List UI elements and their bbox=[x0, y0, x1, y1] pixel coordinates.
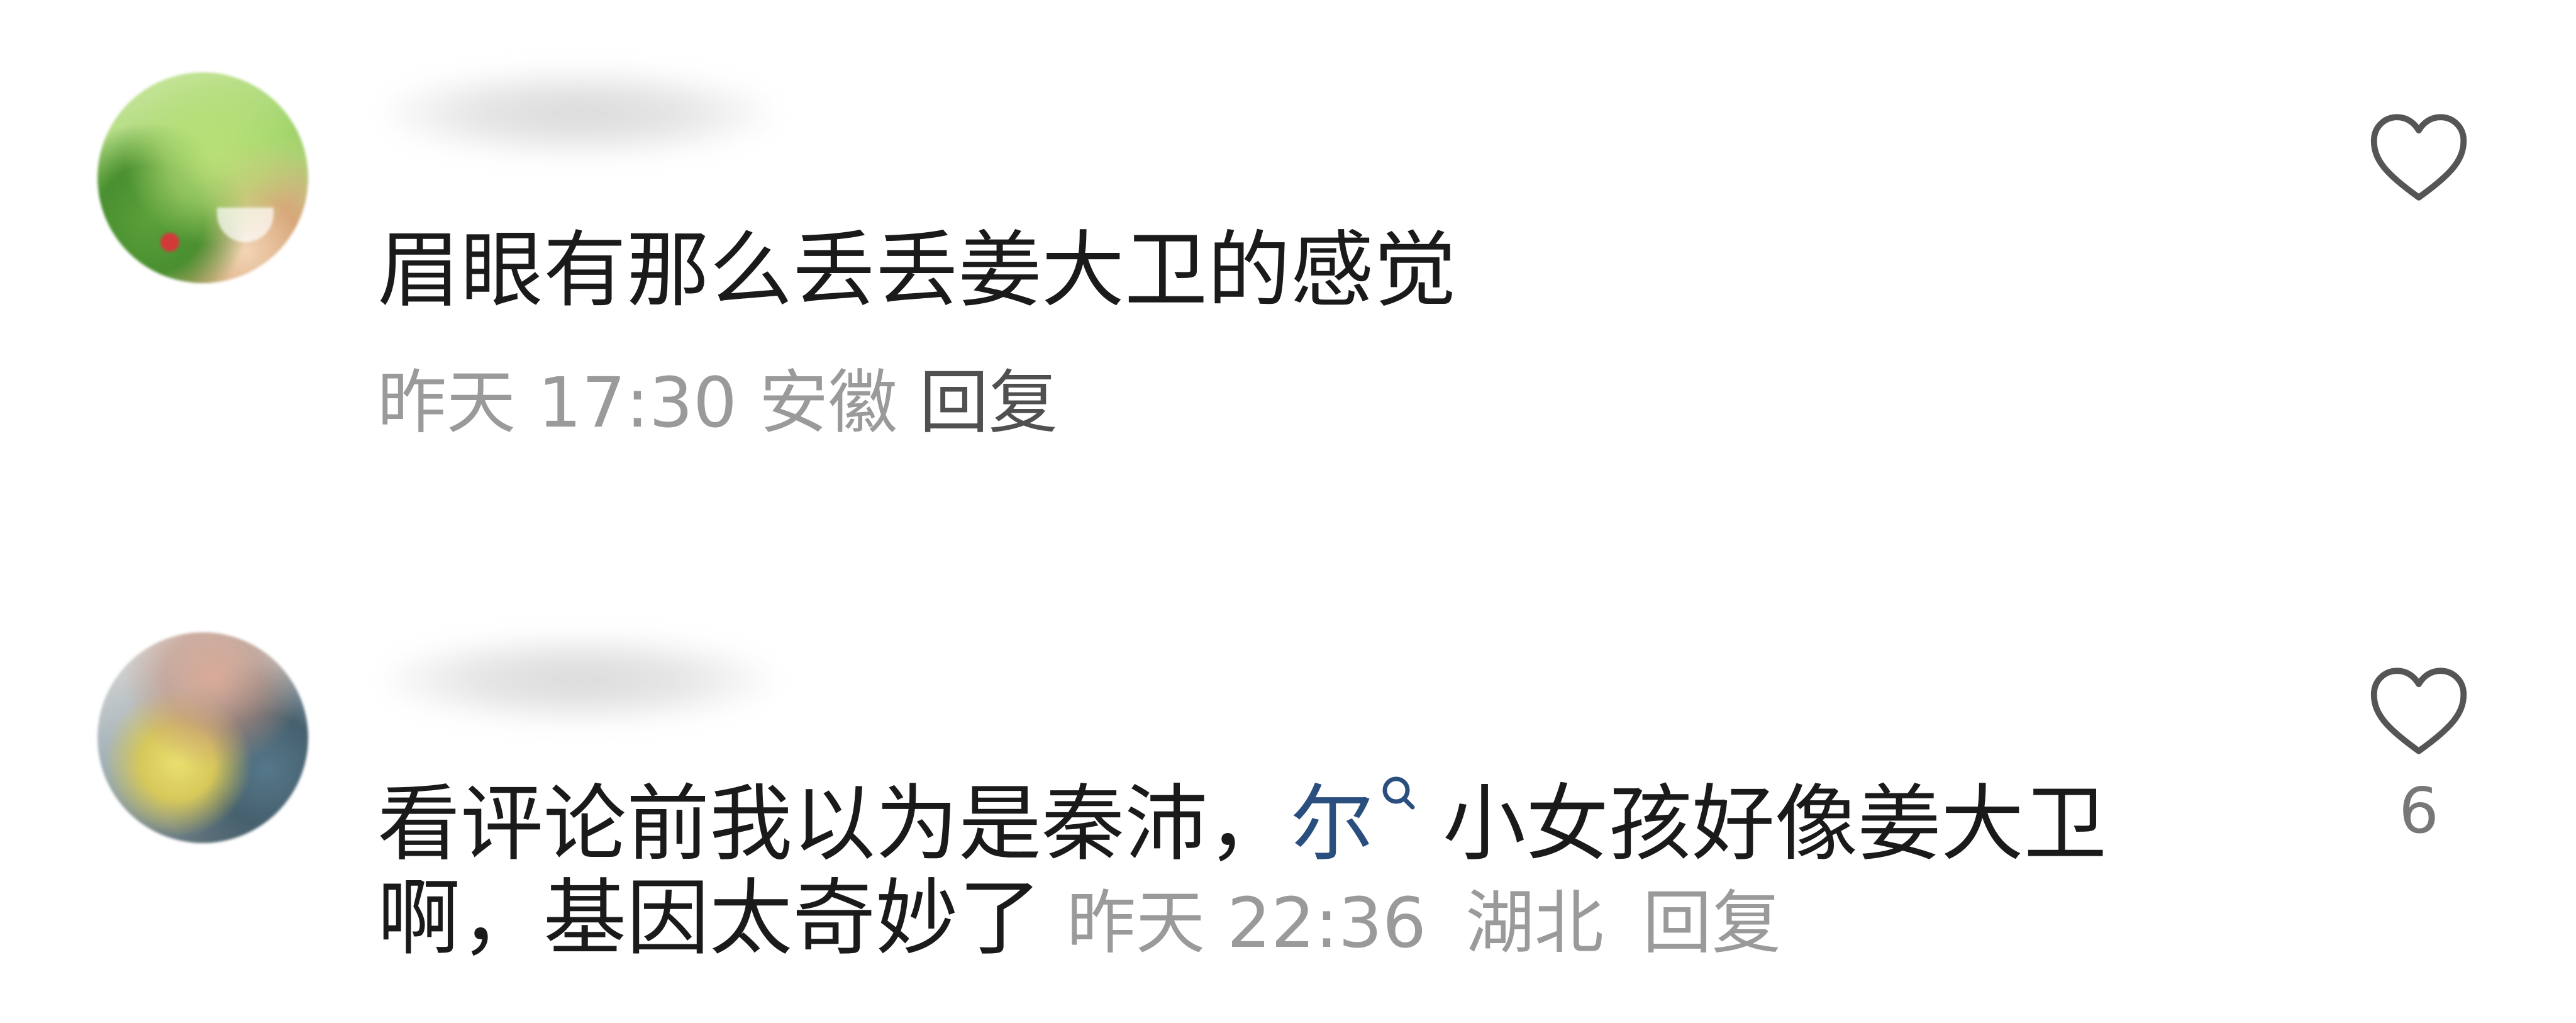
reply-button[interactable]: 回复 bbox=[1643, 883, 1781, 963]
username-blurred[interactable] bbox=[384, 635, 774, 724]
search-link[interactable]: 尔 bbox=[1291, 776, 1374, 873]
comment-time: 昨天 22:36 bbox=[1067, 883, 1426, 963]
search-icon[interactable] bbox=[1380, 776, 1418, 834]
comment-item: 看评论前我以为是秦沛，尔 小女孩好像姜大卫啊，基因太奇妙了 昨天 22:36 湖北 … bbox=[0, 554, 2576, 1023]
avatar-strawberry-detail bbox=[160, 233, 179, 252]
reply-button[interactable]: 回复 bbox=[919, 362, 1058, 443]
comment-meta: 昨天 17:30 安徽 回复 bbox=[377, 362, 1058, 444]
avatar[interactable] bbox=[97, 632, 308, 843]
comment-text: 看评论前我以为是秦沛，尔 小女孩好像姜大卫啊，基因太奇妙了 昨天 22:36 湖北 … bbox=[377, 776, 2201, 970]
comment-time: 昨天 17:30 bbox=[377, 362, 737, 443]
comment-location: 湖北 bbox=[1465, 883, 1604, 963]
like-button[interactable] bbox=[2356, 101, 2482, 223]
like-button[interactable]: 6 bbox=[2356, 654, 2482, 846]
comment-text-part: 看评论前我以为是秦沛， bbox=[377, 776, 1291, 873]
comment-item: 眉眼有那么丢丢姜大卫的感觉 昨天 17:30 安徽 回复 bbox=[0, 0, 2576, 503]
avatar-teacup-detail bbox=[217, 208, 274, 242]
like-count: 6 bbox=[2399, 774, 2439, 847]
comment-location: 安徽 bbox=[758, 362, 897, 443]
avatar[interactable] bbox=[97, 72, 308, 283]
heart-outline-icon[interactable] bbox=[2362, 114, 2475, 216]
comment-text: 眉眼有那么丢丢姜大卫的感觉 bbox=[377, 222, 1457, 319]
username-blurred[interactable] bbox=[384, 69, 774, 157]
heart-outline-icon[interactable] bbox=[2362, 668, 2475, 770]
